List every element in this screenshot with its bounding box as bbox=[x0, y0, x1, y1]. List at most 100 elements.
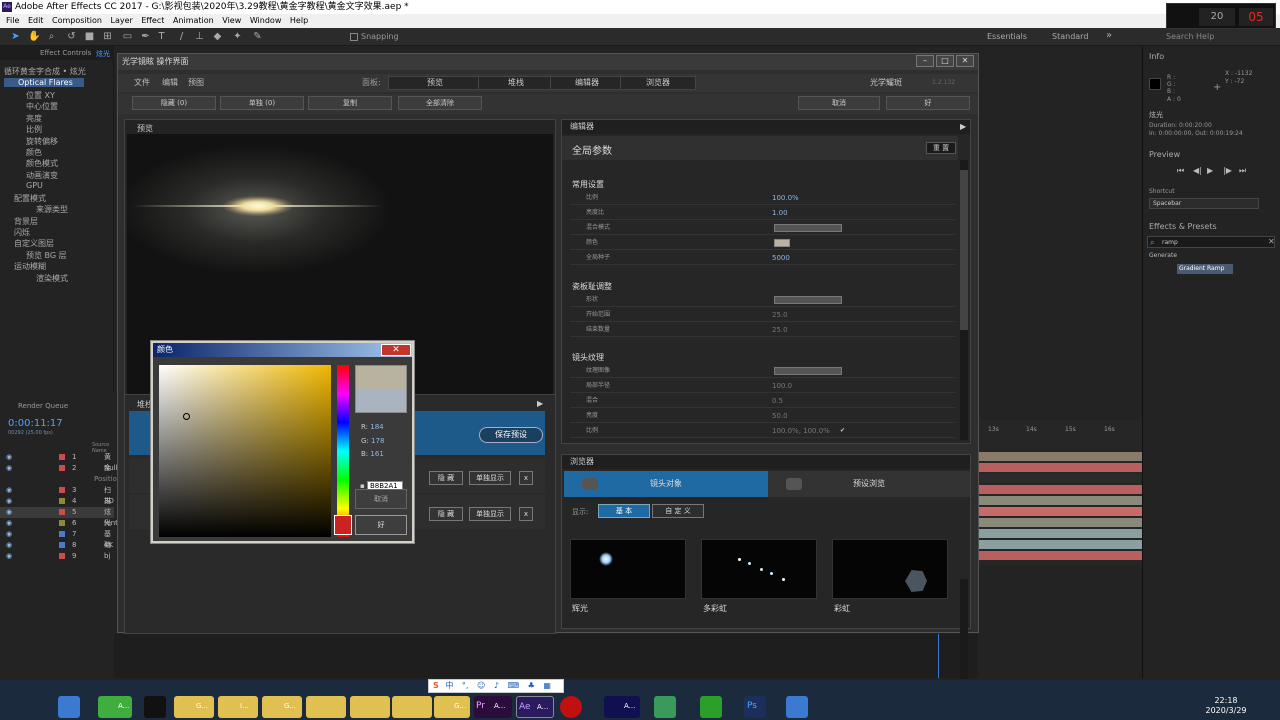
param-preview-bg-layer[interactable]: 预览 BG 层 bbox=[26, 250, 67, 261]
layer-row[interactable]: ◉ 4 3D bbox=[0, 496, 114, 507]
wechat-icon[interactable] bbox=[700, 696, 722, 718]
layer-row[interactable]: ◉ 7 基础 bbox=[0, 529, 114, 549]
link-checkbox-icon[interactable]: ✔ bbox=[840, 424, 845, 438]
next-frame-icon[interactable]: |▶ bbox=[1223, 166, 1232, 175]
snapping-checkbox[interactable] bbox=[350, 33, 358, 41]
param-background-layer[interactable]: 背景层 bbox=[14, 216, 38, 227]
menu-help[interactable]: Help bbox=[290, 16, 308, 25]
hide-button[interactable]: 隐 藏 bbox=[429, 507, 463, 521]
taskbar-folder[interactable] bbox=[392, 696, 432, 718]
param-local-radius-row[interactable]: 局部半径 100.0 bbox=[570, 379, 955, 393]
solo-button[interactable]: 单独显示 bbox=[469, 471, 511, 485]
gradient-ramp-item[interactable]: Gradient Ramp bbox=[1177, 264, 1233, 274]
dialog-cancel-button[interactable]: 取消 bbox=[798, 96, 880, 110]
ime-toolbar[interactable]: S 中 °, ☺ ♪ ⌨ ♣ ▦ bbox=[428, 679, 564, 693]
taskbar-app-icon[interactable] bbox=[654, 696, 676, 718]
puppet-pin-tool-icon[interactable]: ✎ bbox=[252, 31, 263, 42]
menu-effect[interactable]: Effect bbox=[141, 16, 164, 25]
shape-tool-icon[interactable]: ▭ bbox=[122, 31, 133, 42]
hide-button[interactable]: 隐 藏 bbox=[429, 471, 463, 485]
color-swatch[interactable] bbox=[774, 239, 790, 247]
taskbar-app[interactable]: A... bbox=[604, 696, 640, 718]
solo-button[interactable]: 单独显示 bbox=[469, 507, 511, 521]
layer-row[interactable]: ◉ 8 4K bbox=[0, 540, 114, 551]
layer-row[interactable]: ◉ 2 Null bbox=[0, 463, 118, 474]
reset-button[interactable]: 重 置 bbox=[926, 142, 956, 154]
color-ok-button[interactable]: 好 bbox=[355, 515, 407, 535]
layer-row[interactable]: ◉ 9 bj bbox=[0, 551, 114, 562]
start-icon[interactable] bbox=[58, 696, 80, 718]
browser-scrollbar[interactable] bbox=[960, 579, 968, 679]
thumb-multi-iris[interactable] bbox=[701, 539, 817, 599]
param-render-mode[interactable]: 渲染模式 bbox=[36, 273, 68, 284]
blend-mode-dropdown[interactable] bbox=[774, 224, 842, 232]
panel-tab-stack[interactable]: 堆栈 bbox=[478, 76, 554, 90]
type-tool-icon[interactable]: T bbox=[156, 31, 167, 42]
editor-menu-arrow-icon[interactable]: ▶ bbox=[960, 122, 966, 131]
premiere-icon[interactable]: Pr A... bbox=[474, 696, 512, 718]
workspace-standard[interactable]: Standard bbox=[1052, 32, 1088, 41]
menu-animation[interactable]: Animation bbox=[173, 16, 214, 25]
clear-all-button[interactable]: 全部清除 bbox=[398, 96, 482, 110]
layer-row[interactable]: ◉ 1 黄金 bbox=[0, 452, 114, 472]
taskbar-folder[interactable]: G... bbox=[262, 696, 302, 718]
param-brightness[interactable]: 亮度 bbox=[26, 113, 42, 124]
green-value[interactable]: G: 178 bbox=[361, 437, 384, 445]
ime-skin-icon[interactable]: ♣ bbox=[528, 681, 535, 690]
prev-frame-icon[interactable]: ◀| bbox=[1193, 166, 1202, 175]
zoom-tool-icon[interactable]: ⌕ bbox=[46, 31, 57, 42]
play-icon[interactable]: ▶ bbox=[1207, 166, 1213, 175]
remove-icon[interactable]: x bbox=[519, 507, 533, 521]
dlg-menu-file[interactable]: 文件 bbox=[134, 74, 150, 92]
param-texture-brightness-row[interactable]: 亮度 50.0 bbox=[570, 409, 955, 423]
remove-icon[interactable]: x bbox=[519, 471, 533, 485]
param-source-type[interactable]: 来源类型 bbox=[36, 204, 68, 215]
panel-tab-browser[interactable]: 浏览器 bbox=[620, 76, 696, 90]
filter-basic[interactable]: 基 本 bbox=[598, 504, 650, 518]
param-rotation-offset[interactable]: 旋转偏移 bbox=[26, 136, 58, 147]
taskbar-folder[interactable] bbox=[350, 696, 390, 718]
timecode-display[interactable]: 0:00:11:17 bbox=[8, 418, 63, 429]
minimize-button[interactable]: – bbox=[916, 55, 934, 67]
first-frame-icon[interactable]: ⏮ bbox=[1177, 166, 1184, 176]
param-texture-image-row[interactable]: 纹理图像 bbox=[570, 364, 955, 378]
param-gpu[interactable]: GPU bbox=[26, 181, 43, 190]
brush-tool-icon[interactable]: / bbox=[176, 31, 187, 42]
selection-tool-icon[interactable]: ➤ bbox=[10, 31, 21, 42]
qq-icon[interactable] bbox=[144, 696, 166, 718]
taskbar-folder[interactable]: G... bbox=[434, 696, 470, 718]
filter-custom[interactable]: 自 定 义 bbox=[652, 504, 704, 518]
old-color-swatch[interactable] bbox=[356, 389, 406, 412]
camera-tool-icon[interactable]: ■ bbox=[84, 31, 95, 42]
effects-search-input[interactable]: ⌕ ramp ✕ bbox=[1147, 236, 1275, 248]
param-motion-blur[interactable]: 运动模糊 bbox=[14, 261, 46, 272]
param-color[interactable]: 颜色 bbox=[26, 147, 42, 158]
param-center-position[interactable]: 中心位置 bbox=[26, 101, 58, 112]
menu-composition[interactable]: Composition bbox=[52, 16, 102, 25]
blue-value[interactable]: B: 161 bbox=[361, 450, 384, 458]
param-config-mode[interactable]: 配置模式 bbox=[14, 193, 46, 204]
layer-row-selected[interactable]: ◉ 5 炫光 bbox=[0, 507, 114, 527]
rotate-tool-icon[interactable]: ↺ bbox=[66, 31, 77, 42]
clear-search-icon[interactable]: ✕ bbox=[1268, 237, 1275, 246]
param-scale-row[interactable]: 比例 100.0% bbox=[570, 191, 955, 205]
stack-menu-arrow-icon[interactable]: ▶ bbox=[537, 399, 543, 408]
panel-tab-editor[interactable]: 编辑器 bbox=[550, 76, 624, 90]
param-scale[interactable]: 比例 bbox=[26, 124, 42, 135]
ime-punctuation-icon[interactable]: °, bbox=[462, 681, 469, 690]
ime-emoji-icon[interactable]: ☺ bbox=[477, 681, 485, 690]
param-color-row[interactable]: 颜色 bbox=[570, 236, 955, 250]
last-frame-icon[interactable]: ⏭ bbox=[1239, 166, 1246, 176]
texture-dropdown[interactable] bbox=[774, 367, 842, 375]
color-picker-close-button[interactable]: ✕ bbox=[381, 344, 411, 356]
param-end-amount-row[interactable]: 结束数量 25.0 bbox=[570, 323, 955, 337]
shortcut-dropdown[interactable]: Spacebar bbox=[1149, 198, 1259, 209]
taskbar-folder[interactable] bbox=[306, 696, 346, 718]
clone-stamp-tool-icon[interactable]: ⊥ bbox=[194, 31, 205, 42]
dlg-menu-presets[interactable]: 预图 bbox=[188, 74, 204, 92]
param-custom-layer[interactable]: 自定义图层 bbox=[14, 238, 54, 249]
param-mix-row[interactable]: 混合 0.5 bbox=[570, 394, 955, 408]
shape-dropdown[interactable] bbox=[774, 296, 842, 304]
ime-mode[interactable]: 中 bbox=[445, 681, 453, 690]
param-global-seed-row[interactable]: 全局种子 5000 bbox=[570, 251, 955, 265]
